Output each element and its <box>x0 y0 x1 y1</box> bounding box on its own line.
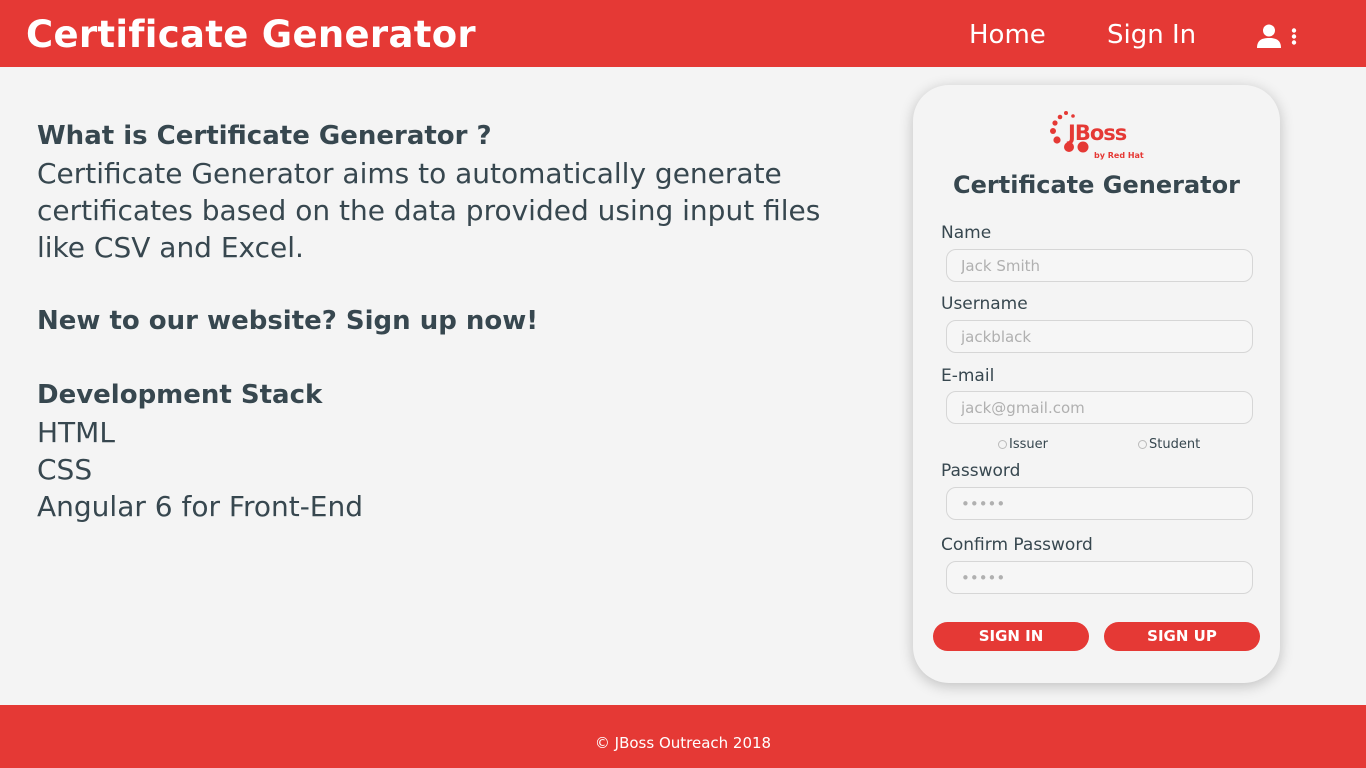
app-title: Certificate Generator <box>26 13 476 56</box>
sign-up-button[interactable]: SIGN UP <box>1104 622 1260 651</box>
stack-item: CSS <box>37 453 93 486</box>
role-label: Issuer <box>1009 437 1048 452</box>
nav-home-link[interactable]: Home <box>969 20 1046 50</box>
confirm-password-label: Confirm Password <box>941 535 1093 555</box>
nav-sign-in-link[interactable]: Sign In <box>1107 20 1196 50</box>
jboss-logo-wordmark: JBoss <box>1068 121 1127 145</box>
username-label: Username <box>941 294 1028 314</box>
about-line: certificates based on the data provided … <box>37 194 821 227</box>
footer: © JBoss Outreach 2018 <box>0 705 1366 768</box>
role-radio-student[interactable]: Student <box>1138 437 1200 452</box>
email-label: E-mail <box>941 366 995 386</box>
form-title: Certificate Generator <box>953 171 1240 199</box>
password-label: Password <box>941 461 1021 481</box>
about-section: What is Certificate Generator ? Certific… <box>37 118 857 525</box>
username-input[interactable] <box>946 320 1253 353</box>
name-input[interactable] <box>946 249 1253 282</box>
name-label: Name <box>941 223 992 243</box>
about-line: Certificate Generator aims to automatica… <box>37 157 782 190</box>
role-radio-issuer[interactable]: Issuer <box>998 437 1048 452</box>
sign-in-button[interactable]: SIGN IN <box>933 622 1089 651</box>
about-heading: What is Certificate Generator ? <box>37 121 492 151</box>
stack-item: Angular 6 for Front-End <box>37 490 364 523</box>
about-line: like CSV and Excel. <box>37 231 304 264</box>
radio-button-icon[interactable] <box>998 440 1007 449</box>
signup-card: JBoss by Red Hat Certificate Generator N… <box>913 85 1280 683</box>
jboss-logo-subtitle: by Red Hat <box>1094 151 1144 160</box>
user-icon[interactable] <box>1256 24 1282 52</box>
signup-prompt: New to our website? Sign up now! <box>37 306 539 336</box>
top-app-bar: Certificate Generator Home Sign In <box>0 0 1366 67</box>
stack-item: HTML <box>37 416 115 449</box>
kebab-menu-icon[interactable] <box>1291 28 1297 50</box>
footer-text: © JBoss Outreach 2018 <box>594 734 772 752</box>
jboss-logo: JBoss by Red Hat <box>1048 109 1148 169</box>
role-label: Student <box>1149 437 1201 452</box>
stack-heading: Development Stack <box>37 380 323 410</box>
confirm-password-input[interactable] <box>946 561 1253 594</box>
password-input[interactable] <box>946 487 1253 520</box>
radio-button-icon[interactable] <box>1138 440 1147 449</box>
email-input[interactable] <box>946 391 1253 424</box>
